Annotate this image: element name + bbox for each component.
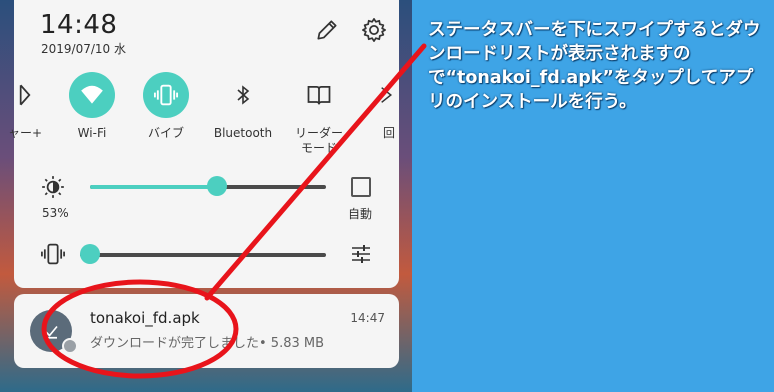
instruction-caption: ステータスバーを下にスワイプするとダウンロードリストが表示されますので“tona…: [428, 20, 761, 112]
annotation-pointer-line: [204, 43, 427, 301]
annotation-circle: [41, 279, 239, 379]
